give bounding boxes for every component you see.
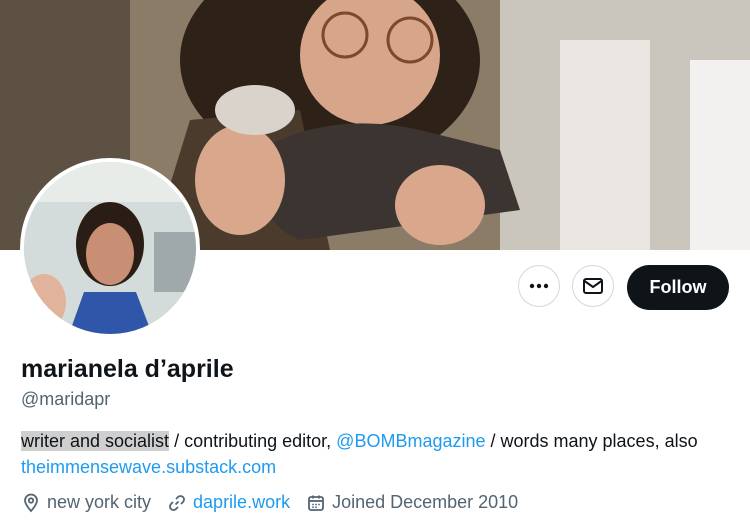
- calendar-icon: [306, 493, 326, 513]
- bio-mention-link[interactable]: @BOMBmagazine: [336, 431, 485, 451]
- more-icon: [529, 283, 549, 289]
- location-pin-icon: [21, 493, 41, 513]
- bio-text: / contributing editor,: [169, 431, 337, 451]
- user-handle: @maridapr: [21, 389, 111, 409]
- profile-avatar[interactable]: [20, 158, 200, 338]
- website-link[interactable]: daprile.work: [193, 492, 290, 513]
- location-item: new york city: [21, 492, 151, 513]
- bio-url-link[interactable]: theimmensewave.substack.com: [21, 457, 276, 477]
- more-button[interactable]: [518, 265, 560, 307]
- joined-text: Joined December 2010: [332, 492, 519, 512]
- bio-text: / words many places, also: [485, 431, 698, 451]
- profile-meta: new york city daprile.work Joined Decemb…: [21, 492, 534, 513]
- follow-button[interactable]: Follow: [627, 265, 729, 310]
- website-item[interactable]: daprile.work: [167, 492, 290, 513]
- bio-highlighted-text: writer and socialist: [21, 431, 170, 451]
- profile-bio: writer and socialist / contributing edit…: [21, 428, 741, 480]
- display-name: marianela d’aprile: [21, 355, 234, 383]
- mail-icon: [583, 278, 603, 294]
- link-icon: [167, 493, 187, 513]
- joined-item: Joined December 2010: [306, 492, 518, 513]
- avatar-photo: [24, 162, 196, 334]
- message-button[interactable]: [572, 265, 614, 307]
- location-text: new york city: [47, 492, 152, 512]
